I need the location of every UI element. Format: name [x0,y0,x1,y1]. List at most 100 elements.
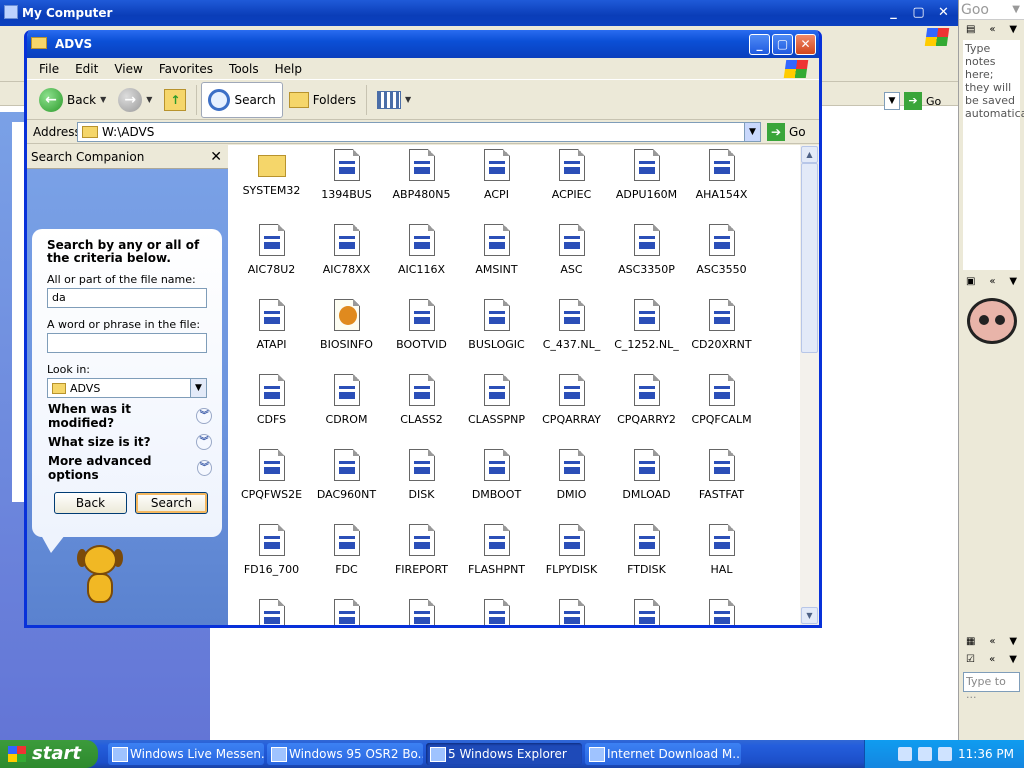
file-item[interactable]: FTDISK [609,522,684,597]
menu-view[interactable]: View [106,62,150,76]
option-modified[interactable]: When was it modified? ︾ [48,402,212,430]
file-item[interactable]: C_1252.NL_ [609,297,684,372]
companion-search-button[interactable]: Search [135,492,208,514]
up-button[interactable]: ↑ [158,82,192,118]
chevron-left-icon[interactable]: « [989,24,995,35]
file-item[interactable]: FLASHPNT [459,522,534,597]
file-item[interactable]: ATAPI [234,297,309,372]
file-item[interactable]: CDFS [234,372,309,447]
clock[interactable]: 11:36 PM [958,747,1014,761]
file-item[interactable]: AHA154X [684,147,759,222]
chevron-down-icon[interactable]: ▼ [1009,636,1017,647]
chevron-down-icon[interactable]: ▼ [190,379,206,397]
forward-button[interactable]: → ▼ [112,82,158,118]
file-item[interactable]: ASC [534,222,609,297]
file-item[interactable]: HAL [684,522,759,597]
task-windows95[interactable]: Windows 95 OSR2 Bo... [267,743,423,765]
start-button[interactable]: start [0,740,98,768]
file-item[interactable]: AMSINT [459,222,534,297]
file-item[interactable]: CPQFWS2E [234,447,309,522]
file-item[interactable]: ACPI [459,147,534,222]
file-item[interactable]: CPQFCALM [684,372,759,447]
file-item[interactable]: BOOTVID [384,297,459,372]
file-item[interactable]: AIC78XX [309,222,384,297]
search-button[interactable]: Search [201,81,283,118]
file-item[interactable]: FASTFAT [684,447,759,522]
file-item[interactable]: ADPU160M [609,147,684,222]
download-icon[interactable] [938,747,952,761]
scroll-down-icon[interactable]: ▼ [801,607,818,624]
phrase-input[interactable] [47,333,207,353]
option-advanced-label[interactable]: More advanced options [48,454,197,482]
option-modified-label[interactable]: When was it modified? [48,402,196,430]
file-item[interactable] [234,597,309,625]
file-item[interactable]: BIOSINFO [309,297,384,372]
file-item[interactable]: ACPIEC [534,147,609,222]
file-item[interactable]: CD20XRNT [684,297,759,372]
file-item[interactable]: 1394BUS [309,147,384,222]
file-item[interactable]: CPQARRY2 [609,372,684,447]
file-item[interactable]: CLASSPNP [459,372,534,447]
menu-edit[interactable]: Edit [67,62,106,76]
minimize-button[interactable]: _ [883,3,904,23]
option-advanced[interactable]: More advanced options ︾ [48,454,212,482]
scroll-up-icon[interactable]: ▲ [801,146,818,163]
chevron-down-icon[interactable]: ▼ [1009,276,1017,287]
file-item[interactable]: ABP480N5 [384,147,459,222]
option-size[interactable]: What size is it? ︾ [48,432,212,452]
folders-button[interactable]: Folders [283,82,362,118]
chevron-down-icon[interactable]: ▼ [405,95,411,104]
chevron-down-icon[interactable]: ▼ [146,95,152,104]
look-in-select[interactable]: ADVS ▼ [47,378,207,398]
file-item[interactable] [309,597,384,625]
file-item[interactable] [459,597,534,625]
back-button[interactable]: ← Back ▼ [33,82,112,118]
chevron-left-icon[interactable]: « [989,276,995,287]
chevron-down-icon[interactable]: ▼ [1009,24,1017,35]
file-item[interactable]: DMIO [534,447,609,522]
close-icon[interactable]: ✕ [210,145,222,169]
vertical-scrollbar[interactable]: ▲ ▼ [800,145,819,625]
file-item[interactable] [384,597,459,625]
notes-text[interactable]: Type notes here; they will be saved auto… [963,40,1024,270]
option-size-label[interactable]: What size is it? [48,435,151,449]
maximize-button[interactable]: ▢ [772,34,793,55]
file-item[interactable] [534,597,609,625]
task-download-manager[interactable]: Internet Download M... [585,743,741,765]
file-item[interactable]: DMLOAD [609,447,684,522]
menu-tools[interactable]: Tools [221,62,267,76]
file-item[interactable]: DISK [384,447,459,522]
volume-icon[interactable] [918,747,932,761]
chevron-down-icon[interactable]: ▼ [884,92,900,110]
task-windows-explorer[interactable]: 5 Windows Explorer [426,743,582,765]
bg-go-label[interactable]: Go [926,95,941,108]
search-dog-icon[interactable] [77,545,127,615]
file-item[interactable]: FIREPORT [384,522,459,597]
menu-file[interactable]: File [31,62,67,76]
double-chevron-down-icon[interactable]: ︾ [196,434,212,450]
close-button[interactable]: ✕ [933,3,954,23]
filename-input[interactable]: da [47,288,207,308]
file-item[interactable]: FD16_700 [234,522,309,597]
double-chevron-down-icon[interactable]: ︾ [196,408,212,424]
address-input[interactable]: W:\ADVS ▼ [77,122,761,142]
chevron-left-icon[interactable]: « [989,636,995,647]
views-button[interactable]: ▼ [371,82,417,118]
search-gadget[interactable]: Goo ▼ [959,0,1024,20]
close-button[interactable]: ✕ [795,34,816,55]
chevron-down-icon[interactable]: ▼ [1012,0,1020,20]
network-icon[interactable] [898,747,912,761]
task-messenger[interactable]: Windows Live Messen... [108,743,264,765]
file-item[interactable]: SYSTEM32 [234,147,309,222]
file-item[interactable]: CLASS2 [384,372,459,447]
address-value[interactable]: W:\ADVS [102,125,154,139]
file-item[interactable]: BUSLOGIC [459,297,534,372]
file-item[interactable] [609,597,684,625]
bg-go-area[interactable]: ▼ ➔ Go [884,92,941,110]
file-item[interactable]: AIC116X [384,222,459,297]
chevron-down-icon[interactable]: ▼ [744,123,760,141]
file-item[interactable]: DAC960NT [309,447,384,522]
menu-favorites[interactable]: Favorites [151,62,221,76]
double-chevron-down-icon[interactable]: ︾ [196,460,212,476]
chevron-down-icon[interactable]: ▼ [1009,654,1017,665]
